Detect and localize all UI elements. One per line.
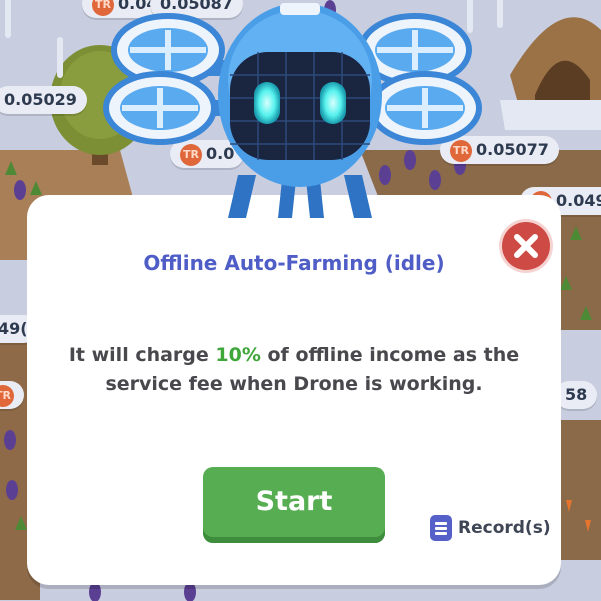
income-bubble: TR 0.05077 — [440, 136, 559, 164]
start-button[interactable]: Start — [203, 467, 385, 543]
records-label: Record(s) — [458, 518, 551, 538]
coin-icon: TR — [450, 139, 472, 162]
offline-farming-dialog: Offline Auto-Farming (idle) It will char… — [27, 195, 561, 585]
records-list-icon — [430, 515, 452, 541]
records-link[interactable]: Record(s) — [430, 513, 551, 543]
fee-percentage: 10% — [215, 344, 261, 366]
income-bubble: 58 — [555, 381, 598, 409]
close-button[interactable] — [502, 222, 550, 270]
close-x-icon — [514, 234, 538, 258]
income-bubble: 0.05087 — [150, 0, 243, 18]
coin-icon: TR — [92, 0, 114, 16]
coin-icon: TR — [0, 384, 14, 407]
dialog-message: It will charge 10% of offline income as … — [67, 341, 521, 399]
dialog-title: Offline Auto-Farming (idle) — [143, 251, 445, 275]
income-bubble: 0.05029 — [0, 86, 87, 114]
income-bubble: TR 0.0 — [170, 140, 245, 168]
game-screen: TR0.04956 0.05087 0.05029 TR0.0 TR0.0507… — [0, 0, 601, 601]
message-text: It will charge — [68, 344, 216, 366]
coin-icon: TR — [180, 143, 202, 166]
